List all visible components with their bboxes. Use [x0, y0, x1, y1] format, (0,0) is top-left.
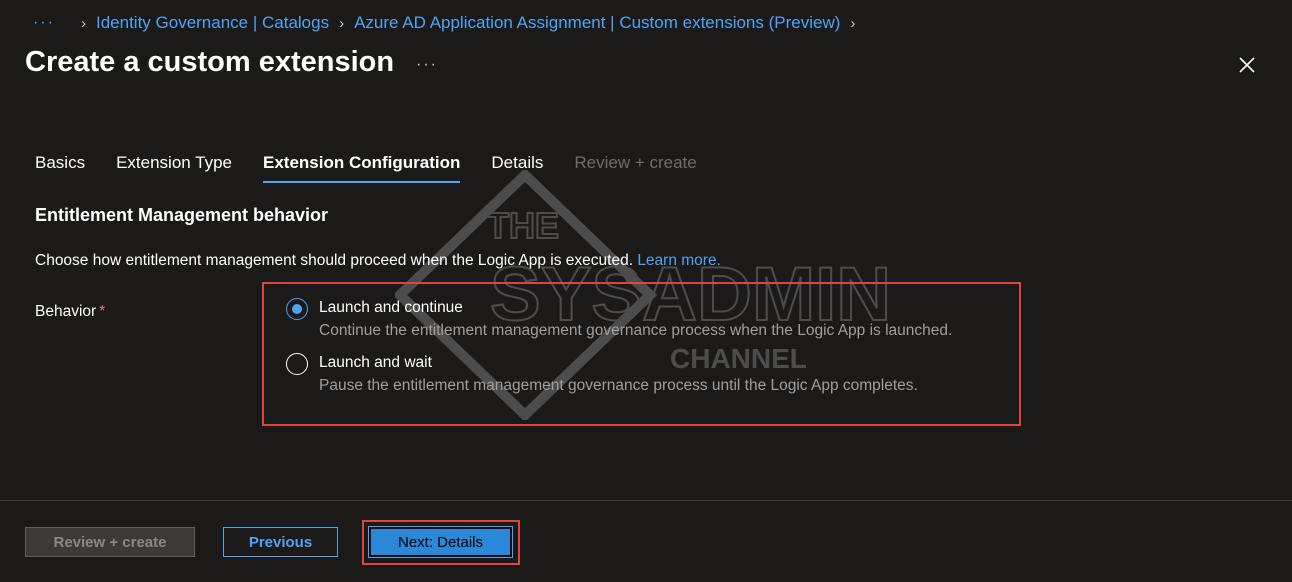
tab-extension-type[interactable]: Extension Type [116, 153, 232, 183]
next-details-button[interactable]: Next: Details [368, 526, 513, 558]
tab-extension-configuration[interactable]: Extension Configuration [263, 153, 461, 183]
review-create-button: Review + create [25, 527, 195, 557]
radio-label-launch-and-wait[interactable]: Launch and wait [319, 354, 432, 372]
close-button[interactable] [1236, 54, 1258, 76]
chevron-right-icon: › [80, 14, 86, 32]
radio-button-launch-and-continue[interactable] [286, 298, 308, 320]
wizard-tabs: Basics Extension Type Extension Configur… [35, 153, 728, 183]
radio-description-launch-and-wait: Pause the entitlement management governa… [319, 377, 918, 394]
learn-more-link[interactable]: Learn more. [637, 252, 721, 269]
breadcrumb-more-button[interactable]: ··· [33, 14, 55, 32]
previous-button[interactable]: Previous [223, 527, 338, 557]
behavior-label: Behavior * [35, 303, 105, 321]
behavior-radio-group: Launch and continue Continue the entitle… [262, 282, 1021, 426]
behavior-label-text: Behavior [35, 303, 97, 320]
tab-details[interactable]: Details [491, 153, 543, 183]
close-icon [1239, 57, 1255, 73]
footer-divider [0, 500, 1292, 501]
tab-review-create: Review + create [574, 153, 697, 172]
breadcrumb-link-catalogs[interactable]: Identity Governance | Catalogs [96, 13, 329, 33]
radio-description-launch-and-continue: Continue the entitlement management gove… [319, 322, 953, 339]
title-more-button[interactable]: ··· [416, 56, 438, 74]
chevron-right-icon: › [850, 14, 856, 32]
watermark-line-1: THE [487, 205, 559, 246]
description-text: Choose how entitlement management should… [35, 252, 633, 269]
radio-label-launch-and-continue[interactable]: Launch and continue [319, 299, 463, 317]
breadcrumb-link-custom-extensions[interactable]: Azure AD Application Assignment | Custom… [354, 13, 840, 33]
radio-button-launch-and-wait[interactable] [286, 353, 308, 375]
section-description: Choose how entitlement management should… [35, 252, 721, 270]
breadcrumb: ··· › Identity Governance | Catalogs › A… [33, 12, 865, 34]
chevron-right-icon: › [339, 14, 345, 32]
section-title: Entitlement Management behavior [35, 205, 329, 225]
tab-basics[interactable]: Basics [35, 153, 85, 183]
page-title: Create a custom extension [25, 46, 395, 78]
required-marker: * [99, 303, 106, 320]
